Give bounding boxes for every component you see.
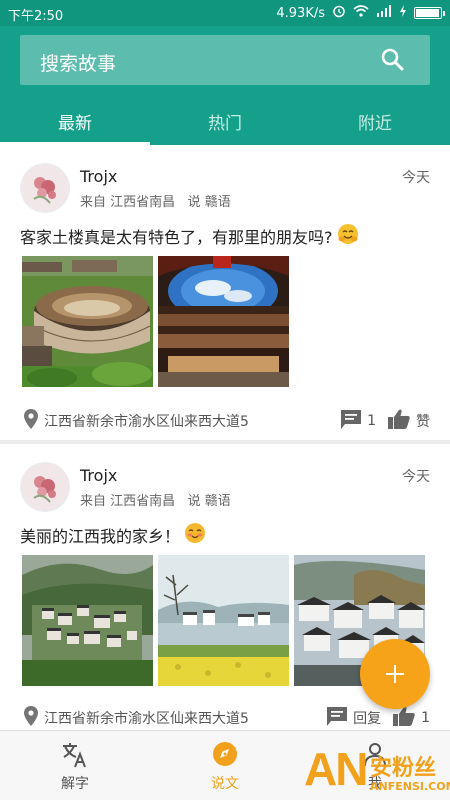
origin: 江西省南昌 <box>110 494 176 509</box>
location-pin-icon <box>24 409 38 433</box>
post-footer: 江西省新余市渝水区仙来西大道5 1 赞 <box>0 405 450 435</box>
tulou-aerial-photo[interactable] <box>22 256 153 387</box>
location-text: 江西省新余市渝水区仙来西大道5 <box>44 711 249 727</box>
hugging-emoji-icon <box>337 223 359 249</box>
post-card[interactable]: Trojx 来自 江西省南昌 说 赣语 今天 客家土楼真是太有特色了，有那里的朋… <box>0 145 450 440</box>
avatar[interactable] <box>20 163 70 213</box>
comment-icon <box>341 409 362 433</box>
tab-latest[interactable]: 最新 <box>0 98 150 145</box>
tab-nearby[interactable]: 附近 <box>300 98 450 145</box>
nav-label: 解字 <box>61 776 89 792</box>
watermark-logo: AN <box>304 743 368 795</box>
compass-icon <box>212 741 238 771</box>
like-button[interactable]: 赞 <box>388 409 430 433</box>
nav-item-jiezi[interactable]: 解字 <box>0 731 150 800</box>
nav-item-shuowen[interactable]: 说文 <box>150 731 300 800</box>
thumbs-up-icon <box>388 409 410 433</box>
location-row[interactable]: 江西省新余市渝水区仙来西大道5 <box>24 409 249 433</box>
like-label: 赞 <box>416 414 430 430</box>
reply-button[interactable]: 回复 <box>327 706 382 730</box>
charging-icon <box>399 5 407 21</box>
location-text: 江西省新余市渝水区仙来西大道5 <box>44 414 249 430</box>
post-meta: 来自 江西省南昌 说 赣语 <box>80 490 231 509</box>
status-bar: 下午2:50 4.93K/s <box>0 0 450 26</box>
photo-grid <box>22 256 289 387</box>
search-icon[interactable] <box>380 47 404 75</box>
post-text: 美丽的江西我的家乡！ <box>20 527 181 546</box>
post-actions: 1 赞 <box>341 409 430 433</box>
username[interactable]: Trojx <box>80 466 117 485</box>
post-meta: 来自 江西省南昌 说 赣语 <box>80 191 231 210</box>
like-button[interactable]: 1 <box>393 706 430 730</box>
location-pin-icon <box>24 706 38 730</box>
thumbs-up-icon <box>393 706 415 730</box>
post-date: 今天 <box>402 469 430 485</box>
post-text: 客家土楼真是太有特色了，有那里的朋友吗? <box>20 228 333 247</box>
battery-icon <box>414 7 445 19</box>
app-header: 搜索故事 最新 热门 附近 <box>0 26 450 145</box>
status-time: 下午2:50 <box>8 9 64 24</box>
watermark-cn: 安粉丝 <box>370 756 437 781</box>
dialect: 赣语 <box>204 494 231 509</box>
alarm-icon <box>332 4 346 22</box>
tab-bar: 最新 热门 附近 <box>0 98 450 145</box>
comment-button[interactable]: 1 <box>341 409 376 433</box>
signal-icon <box>376 5 392 21</box>
post-text-row: 客家土楼真是太有特色了，有那里的朋友吗? <box>20 223 359 249</box>
village-mountain-photo[interactable] <box>22 555 153 686</box>
like-count: 1 <box>421 710 430 726</box>
network-speed: 4.93K/s <box>276 5 325 21</box>
reply-label: 回复 <box>353 711 382 727</box>
username[interactable]: Trojx <box>80 167 117 186</box>
speak-prefix: 说 <box>187 494 201 509</box>
search-bar[interactable]: 搜索故事 <box>20 35 430 85</box>
blush-emoji-icon <box>184 522 206 548</box>
nav-label: 说文 <box>211 776 239 792</box>
wifi-icon <box>353 5 369 21</box>
from-prefix: 来自 <box>80 195 107 210</box>
site-watermark: AN 安粉丝 ANFENSI.COM <box>300 742 450 800</box>
watermark-en: ANFENSI.COM <box>370 780 450 793</box>
post-text-row: 美丽的江西我的家乡！ <box>20 522 206 548</box>
dialect: 赣语 <box>204 195 231 210</box>
post-date: 今天 <box>402 170 430 186</box>
comment-count: 1 <box>367 413 376 429</box>
origin: 江西省南昌 <box>110 195 176 210</box>
comment-icon <box>327 706 348 730</box>
avatar[interactable] <box>20 462 70 512</box>
add-story-button[interactable] <box>360 639 430 709</box>
speak-prefix: 说 <box>187 195 201 210</box>
translate-icon <box>61 741 89 773</box>
search-placeholder: 搜索故事 <box>40 53 117 75</box>
post-actions: 回复 1 <box>327 706 430 730</box>
tab-hot[interactable]: 热门 <box>150 98 300 145</box>
tulou-courtyard-photo[interactable] <box>158 256 289 387</box>
village-lake-photo[interactable] <box>158 555 289 686</box>
location-row[interactable]: 江西省新余市渝水区仙来西大道5 <box>24 706 249 730</box>
from-prefix: 来自 <box>80 494 107 509</box>
